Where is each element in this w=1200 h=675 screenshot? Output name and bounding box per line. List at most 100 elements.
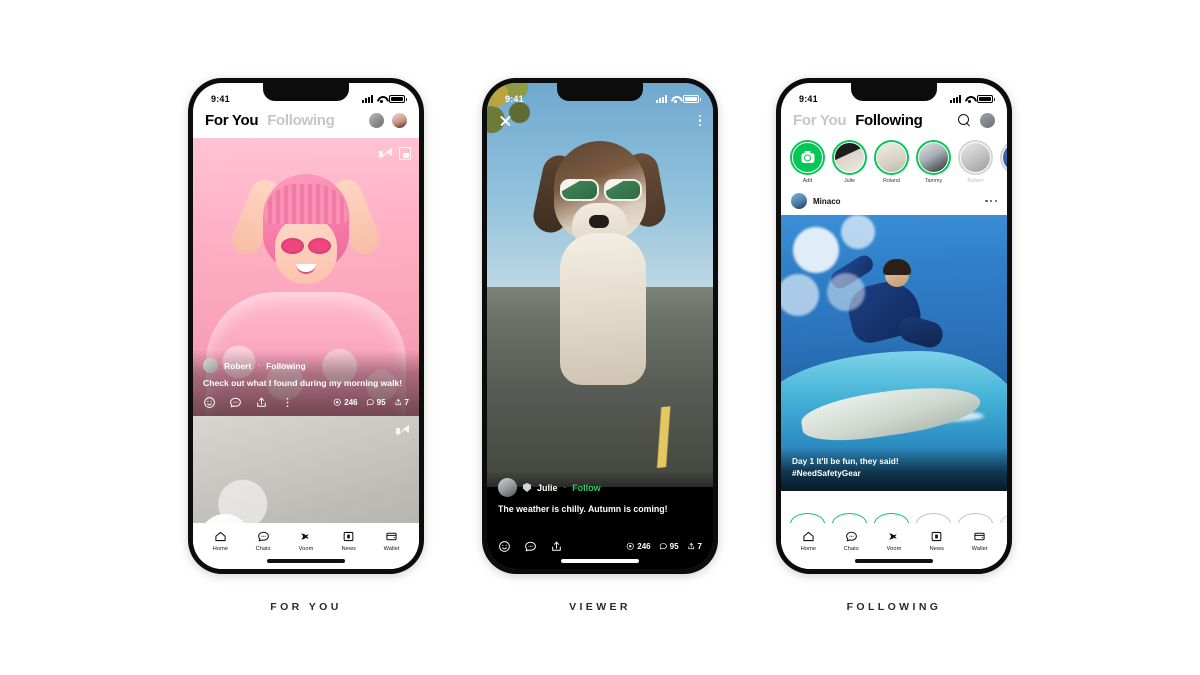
story-label: Roland <box>882 178 901 184</box>
share-count: 7 <box>687 542 702 551</box>
post-caption-block: Day 1 It'll be fun, they said! #NeedSafe… <box>781 447 1007 491</box>
wallet-icon <box>385 530 398 543</box>
mute-icon[interactable] <box>396 424 410 437</box>
reaction-count-value: 246 <box>344 398 358 407</box>
avatar[interactable] <box>498 478 517 497</box>
nav-item-voom[interactable]: Voom <box>285 530 328 552</box>
reaction-icon[interactable] <box>203 396 216 409</box>
voom-icon <box>299 530 312 543</box>
stories-peek-row <box>781 513 1007 523</box>
device-frame-for-you: 9:41 For You Following Robert · Followin… <box>188 78 424 574</box>
avatar[interactable] <box>791 193 807 209</box>
picture-in-picture-icon[interactable] <box>399 147 411 160</box>
post-counts: 246 95 7 <box>626 542 702 551</box>
comment-icon <box>366 398 375 407</box>
story-item-tammy[interactable]: Tammy <box>916 140 951 184</box>
status-icons <box>950 95 995 103</box>
profile-avatar-icon[interactable] <box>980 113 995 128</box>
nav-item-news[interactable]: News <box>915 530 958 552</box>
story-item-add[interactable]: Add <box>790 140 825 184</box>
kebab-menu-icon[interactable] <box>985 199 997 203</box>
device-frame-following: 9:41 For You Following Add Julie Roland … <box>776 78 1012 574</box>
search-avatar-icon[interactable] <box>369 113 384 128</box>
notch <box>557 83 643 101</box>
nav-item-news[interactable]: News <box>327 530 370 552</box>
post-author-name[interactable]: Julie <box>537 483 558 493</box>
home-indicator <box>561 559 639 563</box>
post-overlay: Robert · Following Check out what I foun… <box>193 350 419 416</box>
phone-column-following: 9:41 For You Following Add Julie Roland … <box>776 78 1012 613</box>
search-icon[interactable] <box>958 113 972 128</box>
tab-for-you[interactable]: For You <box>793 112 846 129</box>
nav-label: Home <box>212 546 229 552</box>
tab-for-you[interactable]: For You <box>205 112 258 129</box>
notch <box>851 83 937 101</box>
mute-icon[interactable] <box>379 147 393 160</box>
post-author-name[interactable]: Minaco <box>813 197 841 206</box>
video-controls <box>379 147 411 160</box>
status-icons <box>656 95 701 103</box>
battery-icon <box>683 95 701 103</box>
stories-row[interactable]: Add Julie Roland Tammy Robert <box>781 138 1007 188</box>
story-label: Add <box>802 178 813 184</box>
follow-status-label[interactable]: Following <box>266 361 306 371</box>
post-media[interactable]: Robert · Following Check out what I foun… <box>193 138 419 416</box>
post-author-row: Robert · Following <box>203 358 409 374</box>
follow-button[interactable]: Follow <box>572 483 601 493</box>
header-actions <box>369 113 407 128</box>
more-icon[interactable] <box>281 396 294 409</box>
post-media[interactable]: Day 1 It'll be fun, they said! #NeedSafe… <box>781 215 1007 491</box>
feed-list[interactable]: Robert · Following Check out what I foun… <box>193 138 419 542</box>
phone-column-for-you: 9:41 For You Following Robert · Followin… <box>188 78 424 613</box>
nav-item-chats[interactable]: Chats <box>242 530 285 552</box>
battery-icon <box>389 95 407 103</box>
device-frame-viewer: 9:41 Julie · Follow The weather is chill… <box>482 78 718 574</box>
home-indicator <box>855 559 933 563</box>
avatar[interactable] <box>203 358 218 374</box>
nav-label: Voom <box>886 546 902 552</box>
post-action-row: 246 95 7 <box>498 540 702 553</box>
comment-icon[interactable] <box>524 540 537 553</box>
reaction-icon <box>626 542 635 551</box>
screen-viewer: 9:41 Julie · Follow The weather is chill… <box>487 83 713 569</box>
reaction-count: 246 <box>626 542 651 551</box>
story-ring <box>1000 140 1007 175</box>
share-count-value: 7 <box>697 541 702 551</box>
chat-icon <box>257 530 270 543</box>
share-count-value: 7 <box>404 398 409 407</box>
separator: · <box>563 483 567 492</box>
share-icon[interactable] <box>550 540 563 553</box>
share-icon[interactable] <box>255 396 268 409</box>
story-item-julie[interactable]: Julie <box>832 140 867 184</box>
tab-following[interactable]: Following <box>855 112 923 129</box>
reaction-icon <box>333 398 342 407</box>
nav-item-voom[interactable]: Voom <box>873 530 916 552</box>
tab-following[interactable]: Following <box>267 112 335 129</box>
comment-count: 95 <box>659 542 679 551</box>
nav-item-home[interactable]: Home <box>199 530 242 552</box>
close-icon[interactable] <box>499 114 512 127</box>
post-caption-line-2: #NeedSafetyGear <box>792 468 861 479</box>
battery-icon <box>977 95 995 103</box>
profile-avatar-icon[interactable] <box>392 113 407 128</box>
comment-icon[interactable] <box>229 396 242 409</box>
nav-item-chats[interactable]: Chats <box>830 530 873 552</box>
header-actions <box>958 113 995 128</box>
notch <box>263 83 349 101</box>
news-icon <box>930 530 943 543</box>
story-item-robert[interactable]: Robert <box>958 140 993 184</box>
viewer-media[interactable] <box>487 83 713 487</box>
post-author-name[interactable]: Robert <box>224 361 251 371</box>
wallet-icon <box>973 530 986 543</box>
home-indicator <box>267 559 345 563</box>
nav-item-home[interactable]: Home <box>787 530 830 552</box>
nav-item-wallet[interactable]: Wallet <box>958 530 1001 552</box>
post-action-row: 246 95 7 <box>203 396 409 409</box>
nav-label: Wallet <box>383 546 400 552</box>
nav-label: Home <box>800 546 817 552</box>
nav-item-wallet[interactable]: Wallet <box>370 530 413 552</box>
story-item-next[interactable] <box>1000 140 1007 184</box>
story-item-roland[interactable]: Roland <box>874 140 909 184</box>
reaction-icon[interactable] <box>498 540 511 553</box>
kebab-menu-icon[interactable] <box>698 115 701 126</box>
